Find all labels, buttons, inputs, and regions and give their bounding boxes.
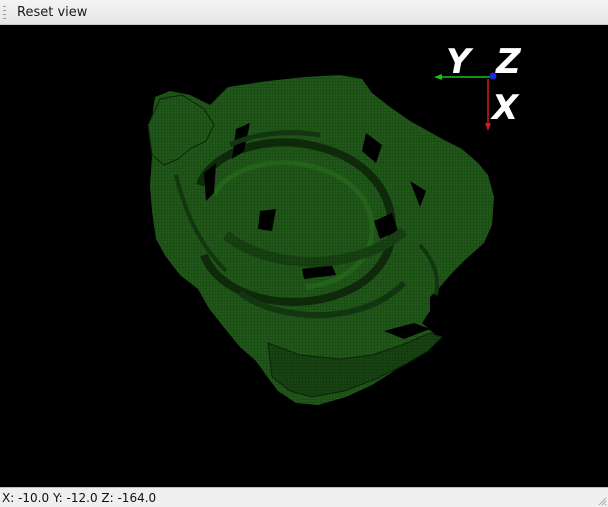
y-axis-arrow-icon [434,74,442,80]
viewer-window: Reset view Y Z X X: -10.0 Y: -12.0 Z: -1… [0,0,608,507]
3d-viewport[interactable]: Y Z X [0,25,608,487]
voxel-model [147,75,494,405]
cursor-coordinates: X: -10.0 Y: -12.0 Z: -164.0 [2,491,157,505]
y-axis-label: Y [446,42,474,82]
axes-gizmo: Y Z X [434,42,522,131]
x-axis-arrow-icon [485,123,491,131]
toolbar-grip-icon[interactable] [3,6,7,19]
toolbar: Reset view [0,0,608,25]
status-bar: X: -10.0 Y: -12.0 Z: -164.0 [0,487,608,507]
reset-view-button[interactable]: Reset view [11,2,93,23]
3d-scene[interactable]: Y Z X [0,25,608,487]
x-axis-label: X [490,88,520,128]
resize-grip-icon[interactable] [597,496,607,506]
z-axis-label: Z [495,42,522,82]
